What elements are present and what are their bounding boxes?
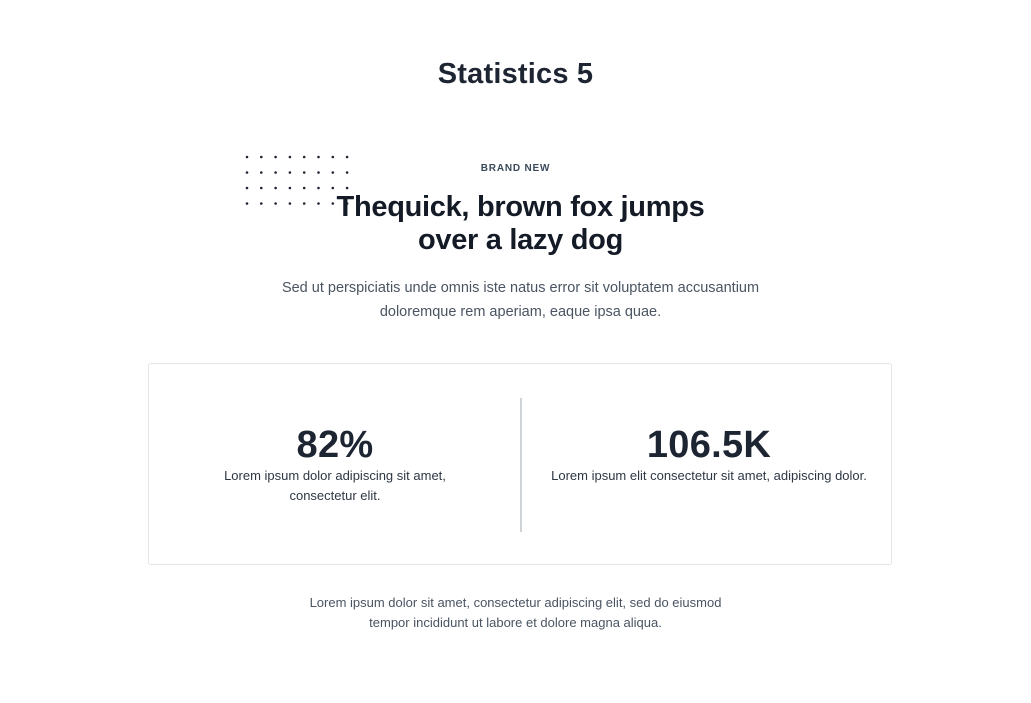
hero-intro-text: Sed ut perspiciatis unde omnis iste natu… (281, 280, 760, 320)
pattern-dot (274, 155, 277, 159)
pattern-dot (274, 186, 277, 190)
pattern-dot (288, 202, 292, 205)
stat-description: Lorem ipsum elit consectetur sit amet, a… (551, 468, 867, 483)
stat-item: 82% Lorem ipsum dolor adipiscing sit ame… (207, 424, 463, 506)
pattern-dot (288, 155, 292, 159)
stats-card: 82% Lorem ipsum dolor adipiscing sit ame… (148, 363, 892, 565)
footnote-text: Lorem ipsum dolor sit amet, consectetur … (309, 595, 722, 630)
pattern-dot (260, 186, 263, 190)
eyebrow-label: BRAND NEW (480, 163, 551, 174)
page-title: Statistics 5 (437, 58, 594, 90)
stat-item: 106.5K Lorem ipsum elit consectetur sit … (549, 424, 869, 486)
pattern-dot (245, 186, 249, 190)
pattern-dot (245, 202, 249, 205)
pattern-dot (260, 155, 263, 159)
pattern-dot (302, 202, 306, 205)
pattern-dot (302, 186, 306, 190)
pattern-dot (317, 186, 320, 190)
hero-headline: Thequick, brown fox jumps over a lazy do… (336, 191, 705, 256)
stat-value: 82% (296, 424, 374, 466)
stats-divider (520, 398, 522, 532)
stat-value: 106.5K (646, 424, 772, 466)
stat-description: Lorem ipsum dolor adipiscing sit amet, c… (224, 468, 446, 503)
pattern-dot (260, 202, 263, 205)
pattern-dot (345, 155, 349, 159)
pattern-dot (317, 155, 320, 159)
pattern-dot (245, 155, 249, 159)
pattern-dot (274, 202, 277, 205)
pattern-dot (288, 186, 292, 190)
pattern-dot (331, 186, 335, 190)
pattern-dot (345, 186, 349, 190)
pattern-dot (331, 155, 335, 159)
pattern-dot (302, 155, 306, 159)
